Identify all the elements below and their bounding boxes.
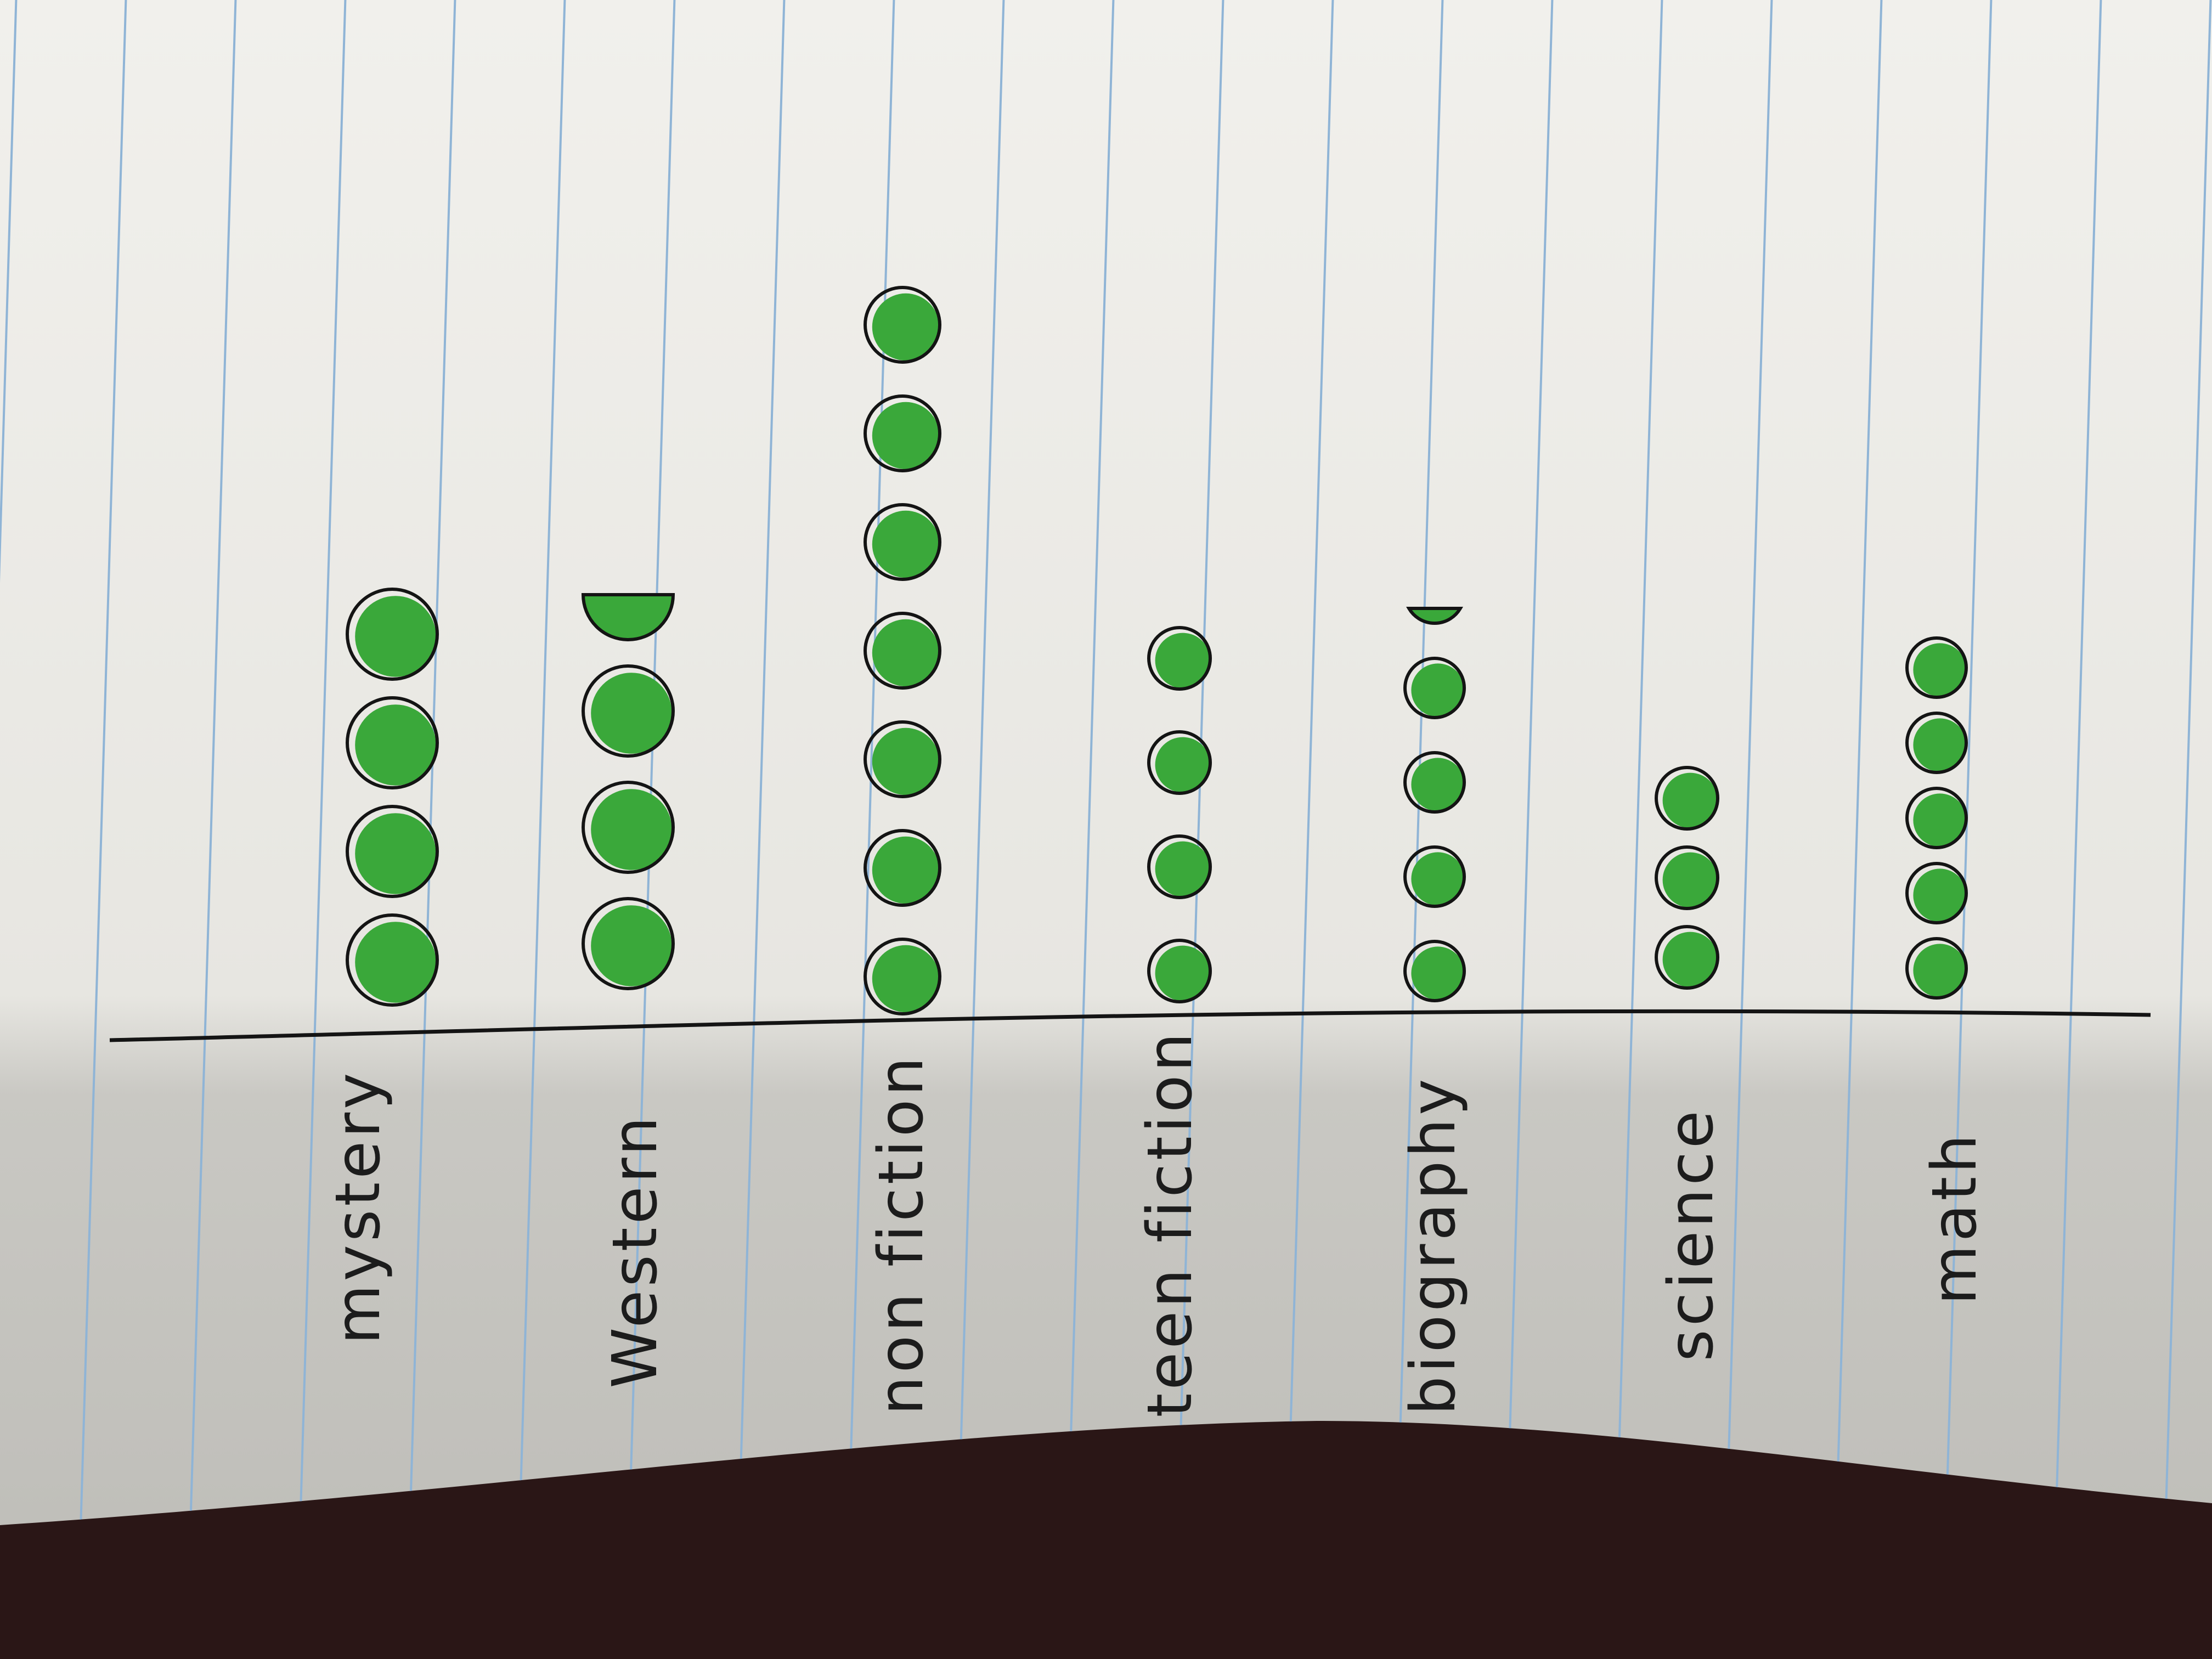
category-label: teen fiction xyxy=(1135,1030,1206,1418)
symbol-dot xyxy=(1905,636,1968,699)
symbol-dot xyxy=(1905,712,1968,774)
notebook-photo: mystery Western non fiction teen fiction bio… xyxy=(0,0,2212,1659)
symbol-dot xyxy=(1147,730,1212,795)
symbol-dot xyxy=(864,503,941,581)
symbol-dot xyxy=(346,696,439,789)
symbol-dot xyxy=(1655,766,1719,831)
category-label: math xyxy=(1919,1131,1990,1305)
symbol-dot xyxy=(346,805,439,898)
symbol-dot xyxy=(582,781,675,874)
category-label: Western xyxy=(600,1113,671,1388)
symbol-dot xyxy=(1147,834,1212,899)
symbol-dot xyxy=(582,664,675,758)
category-label: science xyxy=(1656,1107,1727,1361)
symbol-dot xyxy=(1147,626,1212,691)
symbol-dot xyxy=(1655,925,1719,990)
symbol-dot xyxy=(864,829,941,907)
symbol-dot xyxy=(864,938,941,1015)
category-label: biography xyxy=(1398,1076,1469,1415)
symbol-dot xyxy=(1655,845,1719,910)
symbol-dot xyxy=(1905,862,1968,924)
symbol-dot xyxy=(864,720,941,798)
symbol-dot xyxy=(582,897,675,990)
symbol-dot xyxy=(1147,939,1212,1003)
symbol-dot xyxy=(864,394,941,472)
symbol-dot xyxy=(346,588,439,681)
symbol-dot xyxy=(864,612,941,690)
symbol-dot xyxy=(1403,657,1466,719)
symbol-dot xyxy=(1403,751,1466,814)
symbol-dot xyxy=(1905,937,1968,1000)
symbol-dot xyxy=(1403,845,1466,908)
symbol-dot xyxy=(1403,940,1466,1002)
category-label: non fiction xyxy=(866,1054,937,1415)
category-label: mystery xyxy=(323,1070,394,1345)
symbol-dot xyxy=(346,913,439,1007)
symbol-dot xyxy=(1905,787,1968,849)
symbol-dot xyxy=(864,286,941,364)
notebook-page xyxy=(0,0,2212,1525)
